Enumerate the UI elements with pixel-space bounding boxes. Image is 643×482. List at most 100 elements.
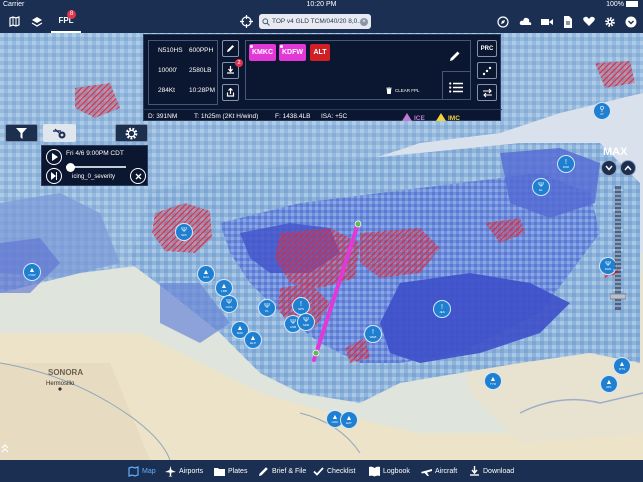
departure-time[interactable]: 10:28PM xyxy=(189,87,215,94)
share-fpl-button[interactable] xyxy=(222,84,239,101)
fuel-flow[interactable]: 600PPH xyxy=(189,47,213,54)
step-icon xyxy=(51,172,57,180)
altitude-down-button[interactable] xyxy=(601,160,617,176)
gear-icon[interactable] xyxy=(602,14,618,29)
play-icon xyxy=(51,153,58,161)
tail-number[interactable]: N510HS xyxy=(158,47,183,54)
airport-code: GGS xyxy=(225,305,233,309)
altitude-max-label: MAX xyxy=(603,146,628,158)
step-button[interactable] xyxy=(46,168,62,184)
animation-slider-thumb[interactable] xyxy=(66,163,75,172)
close-animator-button[interactable] xyxy=(130,168,146,184)
weather-animator: Fri 4/6 9:00PM CDT icing_0_severity xyxy=(41,145,148,186)
tab-airports[interactable]: Airports xyxy=(165,465,203,478)
tab-logbook[interactable]: Logbook xyxy=(369,465,410,478)
heart-icon[interactable] xyxy=(581,14,597,29)
airport-marker[interactable]: Ψ GGS xyxy=(220,295,238,313)
tab-label: Logbook xyxy=(383,468,410,475)
document-icon[interactable] xyxy=(560,14,576,29)
tab-label: Plates xyxy=(228,468,248,475)
video-icon[interactable] xyxy=(539,14,555,29)
clear-route-icon[interactable]: × xyxy=(360,17,368,26)
route-ete: T: 1h25m (2Kt H/wind) xyxy=(194,113,259,120)
cloud-icon[interactable] xyxy=(517,14,533,29)
clear-fpl-label: CLEAR FPL xyxy=(395,88,420,93)
compass-icon[interactable] xyxy=(495,14,511,29)
tab-checklist[interactable]: Checklist xyxy=(313,465,355,478)
imc-warning[interactable]: IMC xyxy=(436,113,460,122)
warning-icon xyxy=(402,113,412,121)
download-icon xyxy=(469,466,480,477)
airport-code: SPS xyxy=(297,307,304,311)
tab-brief-file[interactable]: Brief & File xyxy=(258,465,306,478)
altitude-up-button[interactable] xyxy=(620,160,636,176)
layers-icon[interactable] xyxy=(29,14,45,29)
airport-code: TYR xyxy=(490,382,496,386)
animation-slider[interactable] xyxy=(66,166,126,168)
fuel-load[interactable]: 2580LB xyxy=(189,67,211,74)
airport-marker[interactable]: ▲ CNW xyxy=(23,263,41,281)
clock: 10:20 PM xyxy=(306,1,337,8)
chevron-up-icon xyxy=(624,165,632,171)
tab-map[interactable]: Map xyxy=(128,465,156,478)
fpl-badge: 8 xyxy=(67,10,76,19)
airport-code: MAF xyxy=(236,331,244,335)
ice-warning[interactable]: ICE xyxy=(402,113,425,122)
waypoint-chip[interactable]: ALT xyxy=(310,44,330,61)
airport-marker[interactable]: ▲ TYR xyxy=(484,372,502,390)
airport-marker[interactable]: ▲ ELP xyxy=(244,331,262,349)
airport-marker[interactable]: Ψ SDR xyxy=(297,313,315,331)
airport-code: HOU xyxy=(331,420,339,424)
battery-percent: 100% xyxy=(606,1,624,8)
airport-marker[interactable]: Ψ PL xyxy=(258,299,276,317)
true-airspeed[interactable]: 284Kt xyxy=(158,87,175,94)
expand-icon[interactable] xyxy=(1,443,11,456)
tab-fpl[interactable]: FPL xyxy=(51,10,81,33)
airport-marker[interactable]: ▲ EZT xyxy=(340,411,358,429)
route-search-input[interactable]: TOP v4 GLD TCM/040/20 8,0... × xyxy=(259,14,371,29)
airport-marker[interactable]: ⚲ 4Y xyxy=(593,102,611,120)
altitude-slider-thumb[interactable] xyxy=(609,293,627,300)
filter-button[interactable] xyxy=(5,124,38,142)
tab-label: Aircraft xyxy=(435,468,458,475)
altitude-slider[interactable] xyxy=(609,186,627,310)
waypoint-chip[interactable]: KMKC xyxy=(249,44,276,61)
airport-code: APL xyxy=(606,385,612,389)
airport-marker[interactable]: Ψ EL xyxy=(532,178,550,196)
edit-route-button[interactable] xyxy=(449,49,461,67)
crosshair-icon[interactable] xyxy=(238,14,254,29)
edit-performance-button[interactable] xyxy=(222,40,239,57)
region-label: SONORA xyxy=(48,368,83,377)
airport-marker[interactable]: ▲ GAA xyxy=(197,265,215,283)
layer-settings-button[interactable] xyxy=(115,124,148,142)
route-end-marker[interactable] xyxy=(312,349,320,357)
layer-selector-button[interactable] xyxy=(43,124,76,142)
tab-plates[interactable]: Plates xyxy=(214,465,247,478)
pencil-icon xyxy=(258,466,269,477)
tab-download[interactable]: Download xyxy=(469,465,514,478)
download-badge: 2 xyxy=(235,59,243,67)
airport-marker[interactable]: ! WEB xyxy=(364,325,382,343)
tab-aircraft[interactable]: Aircraft xyxy=(421,465,457,478)
procedures-button[interactable]: PRC xyxy=(477,40,497,57)
map-icon[interactable] xyxy=(6,14,22,29)
clear-fpl-button[interactable]: CLEAR FPL xyxy=(386,87,420,94)
chevron-down-icon[interactable] xyxy=(623,14,639,29)
route-options-button[interactable] xyxy=(477,62,497,79)
chevron-down-icon xyxy=(605,165,613,171)
play-button[interactable] xyxy=(46,149,62,165)
airport-marker[interactable]: ▲ DYS xyxy=(613,357,631,375)
airport-marker[interactable]: Ψ ERI xyxy=(175,223,193,241)
share-icon xyxy=(226,88,235,97)
top-toolbar: FPL 8 TOP v4 GLD TCM/040/20 8,0... × xyxy=(0,10,643,33)
route-start-marker[interactable] xyxy=(354,220,362,228)
ice-label: ICE xyxy=(414,115,425,122)
waypoint-chip[interactable]: KDFW xyxy=(279,44,306,61)
airport-marker[interactable]: ▲ APL xyxy=(600,375,618,393)
airport-marker[interactable]: ! W02 xyxy=(557,155,575,173)
airport-marker[interactable]: ! JES xyxy=(433,300,451,318)
reverse-route-button[interactable] xyxy=(477,84,497,101)
search-icon xyxy=(262,17,270,26)
cruise-altitude[interactable]: 10000' xyxy=(158,67,177,74)
airport-code: ASB xyxy=(289,325,296,329)
